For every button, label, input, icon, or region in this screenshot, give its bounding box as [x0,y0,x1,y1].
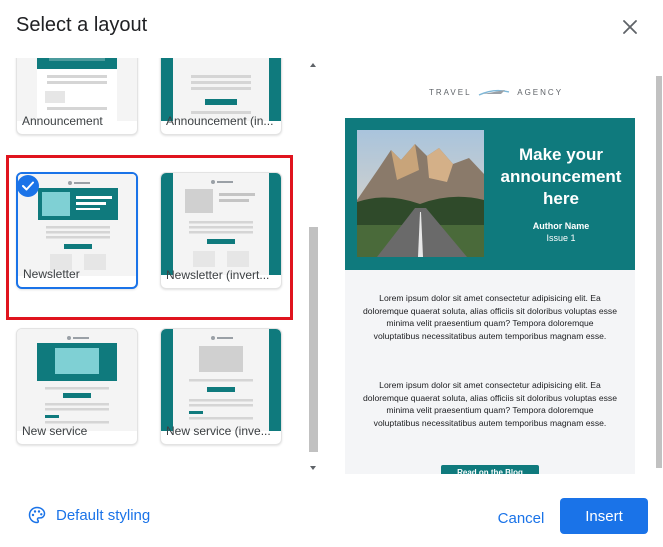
logo-text-left: TRAVEL [429,88,472,98]
default-styling-label: Default styling [56,506,151,524]
layout-card-new-service-inverted[interactable]: New service (inve... [160,328,282,445]
layout-preview: TRAVEL AGENCY Make your announcement her… [321,62,654,474]
layout-thumbnail [17,58,137,121]
hero-issue-number: Issue 1 [546,233,576,243]
layout-thumbnail [161,58,281,121]
preview-scrollbar[interactable] [655,62,663,474]
insert-button[interactable]: Insert [560,498,648,534]
airplane-icon [479,89,510,96]
cancel-button[interactable]: Cancel [490,500,552,536]
hero-image [357,130,484,257]
dialog-title: Select a layout [16,14,148,36]
close-icon [623,20,637,34]
layout-label: Newsletter [23,267,80,281]
scroll-up-arrow-icon[interactable] [310,63,316,67]
layout-list: Announcement Announcement (in... Newslet… [0,58,305,474]
layout-card-newsletter-inverted[interactable]: Newsletter (invert... [160,172,282,289]
layout-label: Announcement (in... [166,114,274,128]
dialog-footer: Default styling Cancel Insert [0,478,663,547]
layout-label: New service [22,424,88,438]
layout-thumbnail [17,329,137,431]
layout-card-new-service[interactable]: New service [16,328,138,445]
default-styling-button[interactable]: Default styling [28,506,150,524]
logo-text-right: AGENCY [517,88,564,98]
layout-list-scrollbar[interactable] [307,60,320,473]
layout-label: Newsletter (invert... [166,268,270,282]
read-blog-button: Read on the Blog [441,465,539,474]
palette-icon [28,506,46,524]
dialog-header: Select a layout [0,0,663,58]
scroll-down-arrow-icon[interactable] [310,466,316,470]
email-preview-body: Make your announcement here Author Name … [345,118,635,474]
scrollbar-thumb[interactable] [309,227,318,452]
preview-paragraph: Lorem ipsum dolor sit amet consectetur a… [363,380,617,428]
layout-card-announcement-inverted[interactable]: Announcement (in... [160,58,282,135]
preview-paragraph: Lorem ipsum dolor sit amet consectetur a… [363,293,617,341]
hero-headline: Make your announcement here [500,145,622,208]
layout-thumbnail [161,173,281,275]
layout-thumbnail [161,329,281,431]
preview-scrollbar-thumb[interactable] [656,76,662,468]
layout-label: New service (inve... [166,424,271,438]
hero-banner: Make your announcement here Author Name … [345,118,635,270]
travel-agency-logo: TRAVEL AGENCY [429,86,563,100]
layout-card-announcement[interactable]: Announcement [16,58,138,135]
close-button[interactable] [615,12,645,42]
selected-check-icon [17,175,39,197]
hero-author-name: Author Name [532,221,590,231]
layout-label: Announcement [22,114,103,128]
